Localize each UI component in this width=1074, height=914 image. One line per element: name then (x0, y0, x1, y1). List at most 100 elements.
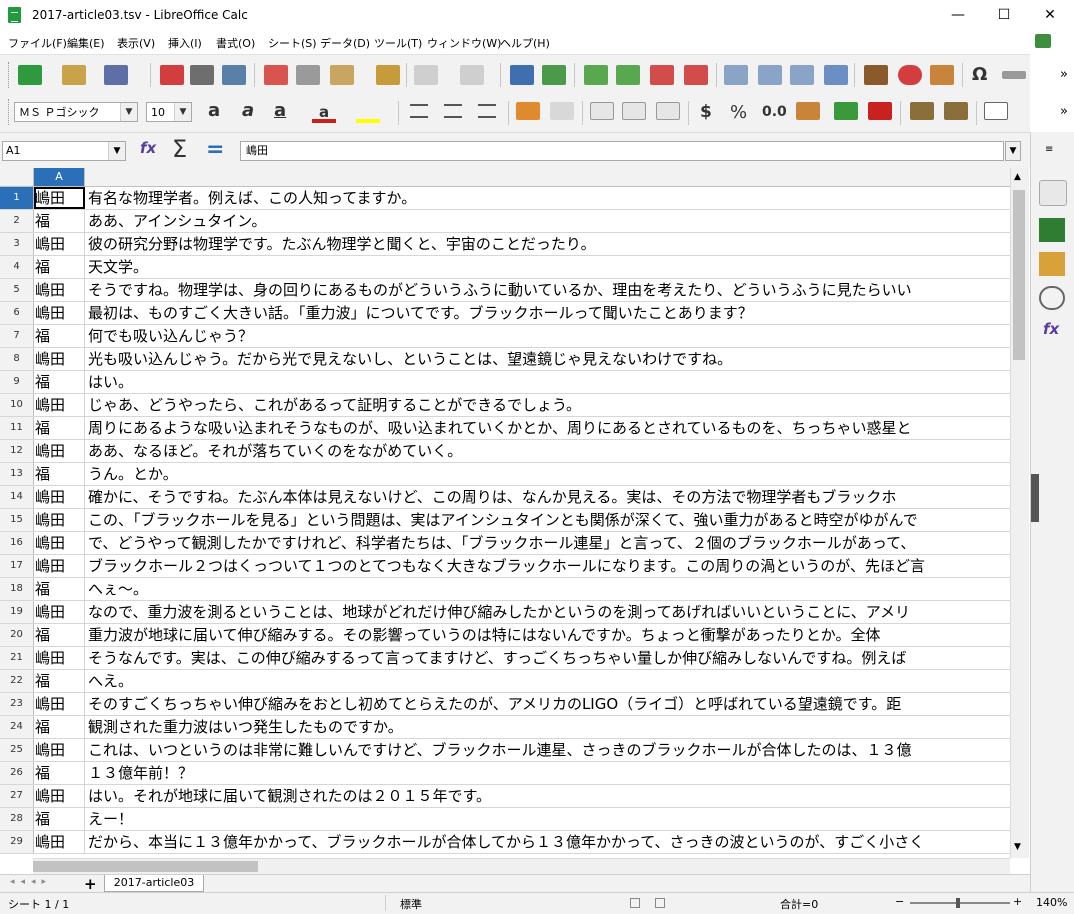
cell-utterance[interactable]: ああ、アインシュタイン。 (88, 210, 266, 232)
menu-view[interactable]: 表示(V) (117, 35, 155, 51)
new-spreadsheet-icon[interactable] (18, 65, 42, 85)
autofilter-icon[interactable] (824, 65, 848, 85)
cell-speaker[interactable]: 福 (34, 463, 85, 485)
font-name-combo[interactable]: ＭＳ Ｐゴシック ▼ (14, 102, 138, 122)
cell-utterance[interactable]: 確かに、そうですね。たぶん本体は見えないけど、この周りは、なんか見える。実は、そ… (88, 486, 896, 508)
tab-navigation-arrows[interactable]: ◂◂◂▸ (10, 877, 52, 887)
cell-utterance[interactable]: 彼の研究分野は物理学です。たぶん物理学と聞くと、宇宙のことだったり。 (88, 233, 596, 255)
cell-speaker[interactable]: 嶋田 (34, 279, 85, 301)
cell-utterance[interactable]: そのすごくちっちゃい伸び縮みをおとし初めてとらえたのが、アメリカのLIGO（ライ… (88, 693, 901, 715)
chevron-down-icon[interactable]: ▼ (108, 142, 125, 160)
currency-format-button[interactable]: $ (700, 102, 712, 122)
cell-speaker[interactable]: 福 (34, 762, 85, 784)
zoom-in-button[interactable]: + (1013, 895, 1022, 908)
properties-icon[interactable] (1039, 180, 1067, 206)
selection-mode-icon[interactable] (630, 898, 640, 908)
delete-decimal-icon[interactable] (868, 102, 892, 120)
special-character-icon[interactable]: Ω (972, 64, 987, 85)
toolbar-overflow[interactable]: » (1060, 67, 1068, 82)
copy-icon[interactable] (296, 65, 320, 85)
zoom-out-button[interactable]: − (895, 895, 904, 908)
pivot-table-icon[interactable] (930, 65, 954, 85)
row-header[interactable]: 8 (0, 348, 34, 370)
cell-utterance[interactable]: 重力波が地球に届いて伸び縮みする。その影響っていうのは特にはないんですか。ちょっ… (88, 624, 880, 646)
update-download-icon[interactable] (1035, 34, 1051, 48)
row-header[interactable]: 12 (0, 440, 34, 462)
decrease-indent-icon[interactable] (944, 102, 968, 120)
row-header[interactable]: 18 (0, 578, 34, 600)
scroll-up-icon[interactable]: ▲ (1014, 172, 1021, 182)
sidebar-collapse-handle[interactable] (1031, 474, 1039, 522)
vertical-scrollbar[interactable]: ▲ ▼ (1010, 168, 1029, 858)
cell-speaker[interactable]: 嶋田 (34, 601, 85, 623)
toolbar-grip[interactable] (8, 62, 11, 88)
open-folder-icon[interactable] (62, 65, 86, 85)
cell-utterance[interactable]: 天文学。 (88, 256, 148, 278)
cell-utterance[interactable]: えー！ (88, 808, 133, 830)
sheet-tab[interactable]: 2017-article03 (104, 875, 204, 892)
row-header[interactable]: 6 (0, 302, 34, 324)
cell-speaker[interactable]: 嶋田 (34, 187, 85, 209)
row-header[interactable]: 24 (0, 716, 34, 738)
cell-utterance[interactable]: 周りにあるような吸い込まれそうなものが、吸い込まれていくかとか、周りにあるとされ… (88, 417, 912, 439)
menu-format[interactable]: 書式(O) (216, 35, 255, 51)
row-header[interactable]: 2 (0, 210, 34, 232)
page-style[interactable]: 標準 (400, 896, 422, 912)
row-header[interactable]: 4 (0, 256, 34, 278)
sum-display[interactable]: 合計=0 (780, 896, 818, 912)
menu-help[interactable]: ヘルプ(H) (500, 35, 550, 51)
row-header[interactable]: 13 (0, 463, 34, 485)
row-header[interactable]: 15 (0, 509, 34, 531)
increase-indent-icon[interactable] (910, 102, 934, 120)
zoom-slider-handle[interactable] (956, 898, 960, 908)
clone-formatting-icon[interactable] (376, 65, 400, 85)
sort-descending-icon[interactable] (790, 65, 814, 85)
save-icon[interactable] (104, 65, 128, 85)
cut-icon[interactable] (264, 65, 288, 85)
row-header[interactable]: 19 (0, 601, 34, 623)
cell-utterance[interactable]: この、「ブラックホールを見る」という問題は、実はアインシュタインとも関係が深くて… (88, 509, 918, 531)
cell-utterance[interactable]: これは、いつというのは非常に難しいんですけど、ブラックホール連星、さっきのブラッ… (88, 739, 912, 761)
navigator-icon[interactable] (1039, 286, 1065, 310)
scroll-down-icon[interactable]: ▼ (1014, 842, 1021, 852)
print-preview-icon[interactable] (222, 65, 246, 85)
insert-row-icon[interactable] (584, 65, 608, 85)
cell-speaker[interactable]: 嶋田 (34, 348, 85, 370)
expand-formula-bar-button[interactable]: ▼ (1005, 141, 1021, 161)
hyperlink-icon[interactable] (1002, 71, 1026, 79)
cell-utterance[interactable]: そうですね。物理学は、身の回りにあるものがどういうふうに動いているか、理由を考え… (88, 279, 912, 301)
digital-signature-icon[interactable] (655, 898, 665, 908)
menu-file[interactable]: ファイル(F) (8, 35, 67, 51)
add-decimal-icon[interactable] (834, 102, 858, 120)
cell-speaker[interactable]: 嶋田 (34, 532, 85, 554)
row-header[interactable]: 29 (0, 831, 34, 853)
cell-utterance[interactable]: 光も吸い込んじゃう。だから光で見えないし、ということは、望遠鏡じゃ見えないわけで… (88, 348, 732, 370)
cell-speaker[interactable]: 嶋田 (34, 555, 85, 577)
maximize-button[interactable]: ☐ (981, 0, 1027, 30)
sum-icon[interactable]: Σ (172, 135, 187, 163)
cell-utterance[interactable]: ブラックホール２つはくっついて１つのとてつもなく大きなブラックホールになります。… (88, 555, 925, 577)
row-header[interactable]: 22 (0, 670, 34, 692)
cell-utterance[interactable]: だから、本当に１３億年かかって、ブラックホールが合体してから１３億年かかって、さ… (88, 831, 924, 853)
cell-speaker[interactable]: 嶋田 (34, 647, 85, 669)
cell-speaker[interactable]: 嶋田 (34, 233, 85, 255)
menu-tools[interactable]: ツール(T) (374, 35, 422, 51)
redo-icon[interactable] (460, 65, 484, 85)
sort-ascending-icon[interactable] (758, 65, 782, 85)
cell-utterance[interactable]: 最初は、ものすごく大きい話。「重力波」についてです。ブラックホールって聞いたこと… (88, 302, 753, 324)
align-center-icon[interactable] (444, 104, 462, 118)
close-button[interactable]: ✕ (1027, 0, 1073, 30)
insert-image-icon[interactable] (864, 65, 888, 85)
row-header[interactable]: 16 (0, 532, 34, 554)
cell-utterance[interactable]: はい。 (88, 371, 133, 393)
cell-utterance[interactable]: 何でも吸い込んじゃう？ (88, 325, 253, 347)
cell-utterance[interactable]: そうなんです。実は、この伸び縮みするって言ってますけど、すっごくちっちゃい量しか… (88, 647, 906, 669)
add-sheet-button[interactable]: + (84, 875, 97, 893)
column-header-a[interactable]: A (34, 168, 85, 186)
menu-data[interactable]: データ(D) (320, 35, 370, 51)
row-header[interactable]: 9 (0, 371, 34, 393)
menu-window[interactable]: ウィンドウ(W) (427, 35, 501, 51)
spreadsheet-grid[interactable]: A 1 嶋田 有名な物理学者。例えば、この人知ってますか。 2 福ああ、アインシュタイン… (0, 168, 1010, 858)
bold-icon[interactable]: a (208, 100, 220, 121)
zoom-slider-track[interactable] (910, 902, 1010, 904)
